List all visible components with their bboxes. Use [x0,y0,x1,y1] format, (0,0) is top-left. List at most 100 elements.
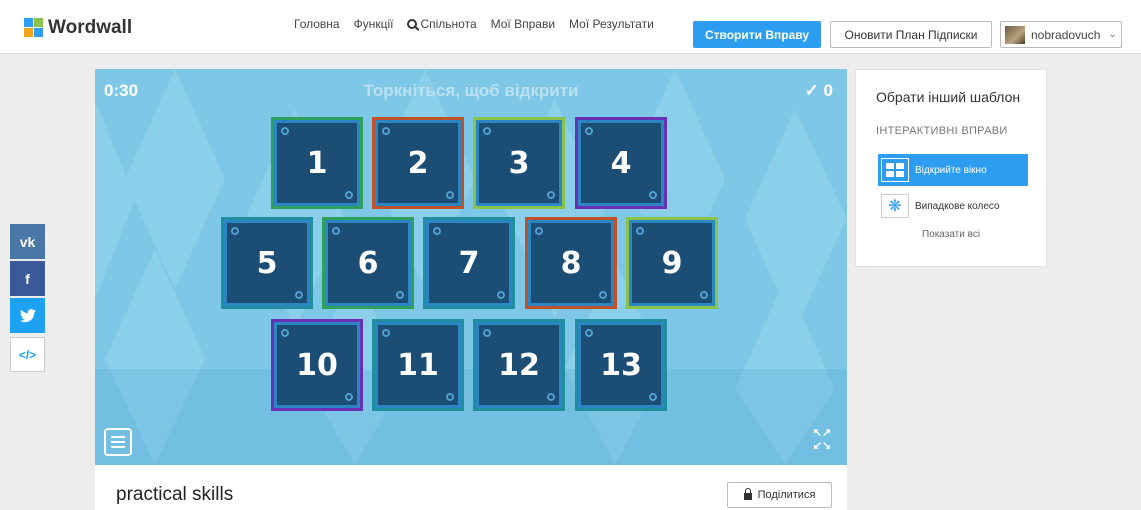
tile-number: 13 [600,347,642,383]
tile-number: 10 [296,347,338,383]
panel-title[interactable]: Обрати інший шаблон [876,89,1020,105]
username: nobradovuch [1031,27,1101,42]
share-button[interactable]: Поділитися [727,482,832,508]
tile-8[interactable]: 8 [525,217,617,309]
tile-number: 3 [508,145,530,181]
tile-12[interactable]: 12 [473,319,565,411]
menu-icon[interactable] [104,428,132,456]
tile-number: 4 [610,145,632,181]
wordwall-logo[interactable]: Wordwall [24,17,132,39]
tile-face: 1 [274,120,360,206]
swirl-icon [649,191,657,199]
nav-community-label: Спільнота [420,17,477,31]
nav-features[interactable]: Функції [354,17,394,31]
swirl-icon [585,127,593,135]
template-open-box[interactable]: Відкрийте вікно [878,154,1028,186]
vk-share-icon[interactable]: vk [10,224,45,259]
tile-10[interactable]: 10 [271,319,363,411]
nav-my-activities[interactable]: Мої Вправи [491,17,555,31]
tile-face: 2 [375,120,461,206]
logo-text: Wordwall [48,17,133,38]
tile-face: 11 [375,322,461,408]
share-button-label: Поділитися [757,489,816,501]
swirl-icon [295,291,303,299]
swirl-icon [585,329,593,337]
swirl-icon [446,393,454,401]
tile-11[interactable]: 11 [372,319,464,411]
grid-icon [881,158,909,182]
swirl-icon [231,227,239,235]
tile-5[interactable]: 5 [221,217,313,309]
swirl-icon [547,191,555,199]
logo-icon [24,18,44,38]
nav-home[interactable]: Головна [294,17,340,31]
swirl-icon [281,329,289,337]
swirl-icon [345,191,353,199]
tile-face: 5 [224,220,310,306]
tile-1[interactable]: 1 [271,117,363,209]
game-area: 0:30 Торкніться, щоб відкрити ✓ 0 123456… [95,69,847,465]
tile-number: 8 [560,245,582,281]
template-random-wheel-label: Випадкове колесо [915,200,1000,212]
show-all-link[interactable]: Показати всі [856,229,1046,240]
nav-my-results[interactable]: Мої Результати [569,17,654,31]
tile-face: 6 [325,220,411,306]
swirl-icon [332,227,340,235]
fullscreen-icon[interactable]: ↖↗ ↙↘ [809,427,835,455]
tile-face: 8 [528,220,614,306]
user-menu[interactable]: nobradovuch ⌄ [1000,21,1122,48]
tile-face: 12 [476,322,562,408]
embed-code-icon[interactable]: </> [10,337,45,372]
tile-13[interactable]: 13 [575,319,667,411]
swirl-icon [535,227,543,235]
create-activity-button[interactable]: Створити Вправу [693,21,821,48]
lock-icon [743,488,752,500]
swirl-icon [483,127,491,135]
tile-number: 9 [661,245,683,281]
tile-face: 4 [578,120,664,206]
activity-footer: practical skills Поділитися [95,465,847,510]
tile-9[interactable]: 9 [626,217,718,309]
tile-face: 10 [274,322,360,408]
tile-2[interactable]: 2 [372,117,464,209]
template-panel: Обрати інший шаблон ІНТЕРАКТИВНІ ВПРАВИ … [855,69,1047,267]
tile-3[interactable]: 3 [473,117,565,209]
swirl-icon [700,291,708,299]
tile-face: 7 [426,220,512,306]
main-nav: Головна Функції Спільнота Мої Вправи Мої… [294,17,654,31]
search-icon [407,19,418,29]
facebook-share-icon[interactable]: f [10,261,45,296]
swirl-icon [599,291,607,299]
swirl-icon [433,227,441,235]
swirl-icon [396,291,404,299]
tile-number: 7 [458,245,480,281]
score-counter: ✓ 0 [804,81,833,100]
wheel-icon: ❋ [881,194,909,218]
tile-number: 6 [357,245,379,281]
swirl-icon [382,127,390,135]
swirl-icon [636,227,644,235]
swirl-icon [497,291,505,299]
tile-face: 3 [476,120,562,206]
tile-number: 5 [256,245,278,281]
tile-4[interactable]: 4 [575,117,667,209]
twitter-share-icon[interactable] [10,298,45,333]
tile-6[interactable]: 6 [322,217,414,309]
tile-number: 11 [397,347,439,383]
nav-community[interactable]: Спільнота [407,17,477,31]
swirl-icon [547,393,555,401]
tile-number: 1 [306,145,328,181]
swirl-icon [281,127,289,135]
template-open-box-label: Відкрийте вікно [915,164,987,176]
avatar [1005,25,1025,44]
tile-number: 12 [498,347,540,383]
tile-face: 13 [578,322,664,408]
swirl-icon [345,393,353,401]
panel-subtitle: ІНТЕРАКТИВНІ ВПРАВИ [876,125,1008,137]
tap-to-open-prompt: Торкніться, щоб відкрити [363,81,579,100]
upgrade-plan-button[interactable]: Оновити План Підписки [830,21,992,48]
swirl-icon [382,329,390,337]
tile-7[interactable]: 7 [423,217,515,309]
tile-number: 2 [407,145,429,181]
template-random-wheel[interactable]: ❋ Випадкове колесо [878,190,1028,222]
